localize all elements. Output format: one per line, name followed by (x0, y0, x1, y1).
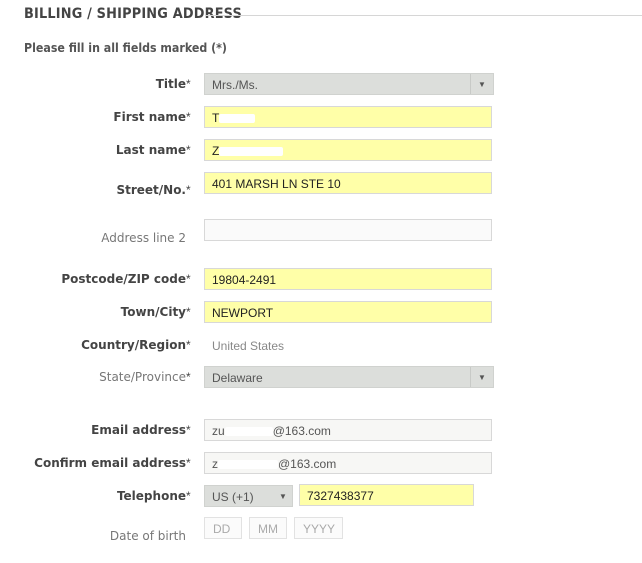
address-line-2-input[interactable] (204, 219, 492, 241)
state-select-value: Delaware (212, 371, 263, 385)
required-mark: * (186, 272, 191, 286)
redaction-mask (224, 427, 273, 437)
telephone-label: Telephone (116, 489, 186, 503)
redaction-mask (219, 114, 256, 124)
required-mark: * (186, 370, 191, 384)
redaction-mask (218, 460, 278, 470)
street-label: Street/No. (116, 183, 186, 197)
dob-year-input[interactable]: YYYY (294, 517, 343, 539)
dob-day-input[interactable]: DD (204, 517, 242, 539)
required-mark: * (186, 338, 191, 352)
postcode-input[interactable]: 19804-2491 (204, 268, 492, 290)
confirm-email-label: Confirm email address (34, 456, 186, 470)
state-select[interactable]: Delaware ▼ (204, 366, 494, 388)
redaction-mask (219, 147, 284, 157)
chevron-down-icon[interactable]: ▼ (470, 74, 493, 94)
confirm-email-domain: @163.com (278, 457, 337, 471)
confirm-email-input[interactable]: z @163.com (204, 452, 492, 474)
first-name-value: T (212, 111, 220, 125)
required-mark: * (186, 77, 191, 91)
required-mark: * (186, 456, 191, 470)
required-mark: * (186, 183, 191, 197)
dob-month-input[interactable]: MM (249, 517, 287, 539)
email-prefix: zu (212, 424, 225, 438)
address-line-2-label: Address line 2 (101, 231, 186, 245)
last-name-label: Last name (115, 143, 186, 157)
first-name-input[interactable]: T (204, 106, 492, 128)
section-title: BILLING / SHIPPING ADDRESS (24, 6, 243, 22)
town-label: Town/City (120, 305, 186, 319)
section-divider (206, 15, 642, 16)
country-label: Country/Region (81, 338, 186, 352)
title-label: Title (155, 77, 186, 91)
title-select-value: Mrs./Ms. (212, 78, 258, 92)
title-select[interactable]: Mrs./Ms. ▼ (204, 73, 494, 95)
country-code-select[interactable]: US (+1) ▼ (204, 485, 293, 507)
town-input[interactable]: NEWPORT (204, 301, 492, 323)
chevron-down-icon[interactable]: ▼ (274, 486, 292, 506)
required-mark: * (186, 143, 191, 157)
required-mark: * (186, 110, 191, 124)
required-hint: Please fill in all fields marked (*) (24, 41, 227, 55)
required-mark: * (186, 305, 191, 319)
street-input[interactable]: 401 MARSH LN STE 10 (204, 172, 492, 194)
postcode-label: Postcode/ZIP code (61, 272, 186, 286)
last-name-value: Z (212, 144, 220, 158)
last-name-input[interactable]: Z (204, 139, 492, 161)
email-label: Email address (91, 423, 186, 437)
dob-label: Date of birth (109, 529, 186, 543)
chevron-down-icon[interactable]: ▼ (470, 367, 493, 387)
country-code-value: US (+1) (212, 490, 254, 504)
email-domain: @163.com (272, 424, 331, 438)
required-mark: * (186, 489, 191, 503)
first-name-label: First name (113, 110, 186, 124)
state-label: State/Province (99, 370, 186, 384)
country-value: United States (212, 339, 285, 353)
telephone-input[interactable]: 7327438377 (299, 484, 474, 506)
required-mark: * (186, 423, 191, 437)
email-input[interactable]: zu @163.com (204, 419, 492, 441)
